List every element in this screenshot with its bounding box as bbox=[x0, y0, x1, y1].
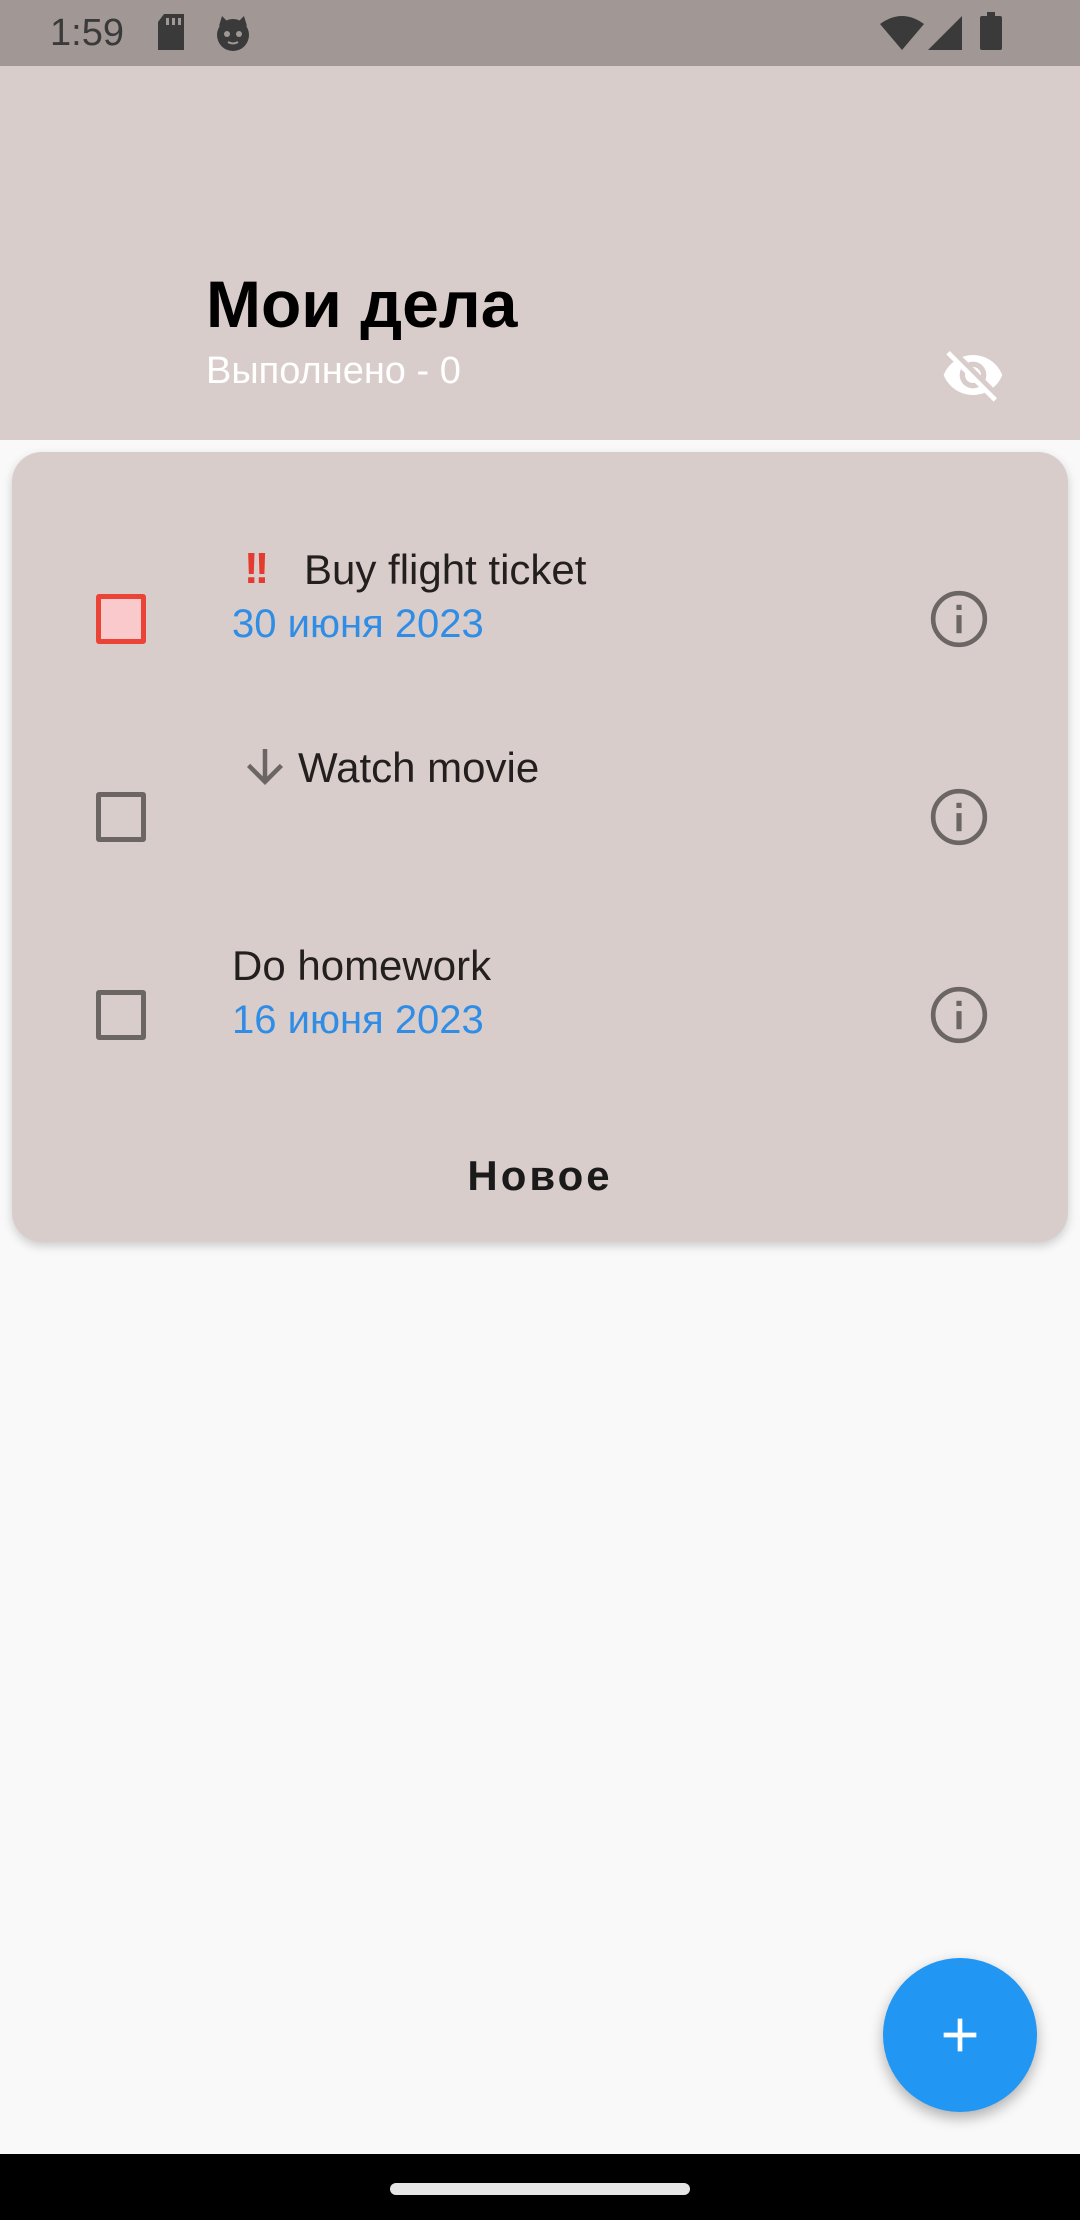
task-info-button[interactable] bbox=[926, 586, 992, 652]
task-date: 30 июня 2023 bbox=[232, 602, 484, 646]
task-checkbox[interactable] bbox=[96, 792, 146, 842]
screen: 1:59 Мои дела Выполнено - 0 !! Buy fligh… bbox=[0, 0, 1080, 2220]
home-handle[interactable] bbox=[390, 2183, 690, 2195]
visibility-toggle-button[interactable] bbox=[938, 340, 1008, 410]
info-icon bbox=[930, 986, 988, 1044]
visibility-off-icon bbox=[943, 351, 1003, 402]
task-row[interactable]: !! Buy flight ticket 30 июня 2023 bbox=[12, 516, 1068, 714]
task-date: 16 июня 2023 bbox=[232, 998, 484, 1042]
arrow-down-icon bbox=[238, 740, 292, 799]
task-row[interactable]: Do homework 16 июня 2023 bbox=[12, 912, 1068, 1110]
wifi-icon bbox=[880, 16, 924, 55]
info-icon bbox=[930, 590, 988, 648]
battery-icon bbox=[980, 12, 1002, 55]
app-bar: Мои дела bbox=[0, 66, 1080, 440]
task-info-button[interactable] bbox=[926, 982, 992, 1048]
task-list-card: !! Buy flight ticket 30 июня 2023 Watch … bbox=[12, 452, 1068, 1242]
task-checkbox[interactable] bbox=[96, 594, 146, 644]
task-checkbox[interactable] bbox=[96, 990, 146, 1040]
sd-card-icon bbox=[156, 14, 186, 55]
task-title: Buy flight ticket bbox=[304, 546, 587, 593]
priority-high-icon: !! bbox=[244, 544, 269, 593]
add-task-fab[interactable] bbox=[883, 1958, 1037, 2112]
plus-icon bbox=[943, 2018, 977, 2052]
status-time: 1:59 bbox=[50, 12, 124, 54]
task-title: Do homework bbox=[232, 942, 492, 989]
status-bar: 1:59 bbox=[0, 0, 1080, 66]
new-task-button[interactable]: Новое bbox=[12, 1152, 1068, 1232]
task-title: Watch movie bbox=[298, 744, 540, 791]
task-info-button[interactable] bbox=[926, 784, 992, 850]
info-icon bbox=[930, 788, 988, 846]
signal-icon bbox=[928, 16, 962, 55]
page-title: Мои дела bbox=[206, 267, 518, 341]
task-row[interactable]: Watch movie bbox=[12, 714, 1068, 912]
cat-icon bbox=[214, 14, 252, 57]
system-nav-bar bbox=[0, 2154, 1080, 2220]
completed-count: Выполнено - 0 bbox=[206, 350, 461, 392]
